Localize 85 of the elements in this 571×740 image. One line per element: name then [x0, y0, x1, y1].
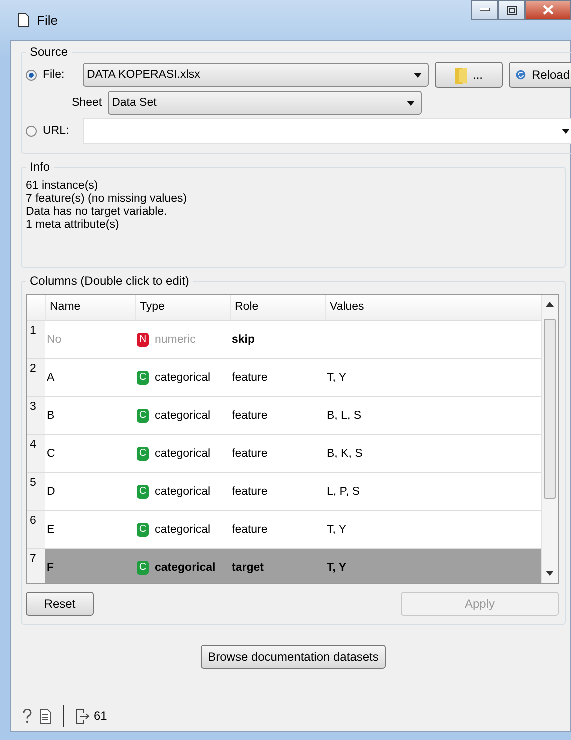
info-text: 1 meta attribute(s): [26, 219, 120, 232]
table-cell-text: feature: [232, 524, 269, 536]
group-title: Columns (Double click to edit): [29, 274, 190, 288]
document-icon: [40, 708, 51, 724]
window-title: File: [37, 12, 58, 28]
table-cell-text: A: [46, 372, 56, 384]
info-text: 7 feature(s) (no missing values): [26, 193, 188, 206]
table-row[interactable]: 7 F C categorical target T, Y: [27, 549, 541, 583]
row-number: 5: [27, 473, 45, 510]
group-title: Source: [29, 45, 70, 59]
help-icon: [23, 708, 32, 724]
table-cell-text: feature: [232, 486, 269, 498]
info-text: 61 instance(s): [26, 180, 100, 193]
document-icon: [18, 13, 29, 27]
column-header[interactable]: Role: [230, 295, 325, 320]
scrollbar[interactable]: [541, 295, 558, 583]
dropdown-arrow-icon: [414, 72, 422, 78]
table-cell: categorical: [155, 486, 211, 498]
group-title: Info: [29, 160, 52, 174]
close-button[interactable]: [525, 0, 571, 20]
radio-button[interactable]: [26, 126, 37, 136]
minimize-button[interactable]: [471, 0, 498, 20]
column-header[interactable]: Name: [45, 295, 135, 320]
close-icon: [542, 5, 554, 15]
maximize-button[interactable]: [498, 0, 525, 20]
minimize-icon: [480, 8, 490, 12]
row-number: 3: [27, 397, 45, 434]
row-number: 4: [27, 435, 45, 472]
column-header[interactable]: Type: [135, 295, 230, 320]
browse-datasets-button[interactable]: Browse documentation datasets: [201, 645, 386, 669]
sheet-label: Sheet: [72, 97, 102, 109]
maximize-icon: [506, 6, 516, 14]
output-icon: [76, 708, 90, 724]
table-cell: categorical: [155, 562, 216, 574]
table-cell-text: feature: [232, 372, 269, 384]
browse-button[interactable]: ...: [435, 62, 503, 88]
table-cell-text: No: [46, 334, 63, 346]
dropdown-arrow-icon: [562, 128, 570, 134]
table-cell-text: B, K, S: [327, 448, 364, 460]
table-cell-text: F: [46, 562, 56, 574]
radio-button[interactable]: [26, 70, 37, 80]
table-cell-text: E: [46, 524, 56, 536]
type-badge: C: [137, 560, 149, 574]
row-number: 6: [27, 511, 45, 548]
type-badge: C: [137, 484, 149, 498]
reload-button[interactable]: Reload: [509, 62, 571, 88]
row-number: 1: [27, 321, 45, 358]
table-cell: categorical: [155, 448, 211, 460]
row-number: 2: [27, 359, 45, 396]
type-badge: C: [137, 446, 149, 460]
type-badge: N: [137, 332, 149, 346]
info-text: Data has no target variable.: [26, 206, 168, 219]
table-cell-text: target: [232, 562, 265, 574]
table-row[interactable]: 5 D C categorical feature L, P, S: [27, 473, 541, 511]
reset-button[interactable]: Reset: [26, 592, 94, 616]
dropdown-arrow-icon: [407, 100, 416, 106]
output-count: 61: [94, 709, 108, 723]
table-cell-text: C: [46, 448, 56, 460]
table-cell-text: B: [46, 410, 56, 422]
table-cell-text: T, Y: [327, 372, 348, 384]
url-field[interactable]: [83, 118, 571, 144]
table-row[interactable]: 3 B C categorical feature B, L, S: [27, 397, 541, 435]
table-cell: numeric: [155, 334, 196, 346]
radio-label: File:: [43, 69, 66, 81]
folder-icon: [454, 66, 467, 84]
table-cell-text: feature: [232, 448, 269, 460]
table-cell-text: T, Y: [327, 524, 348, 536]
row-number: 7: [27, 549, 45, 583]
table-cell-text: skip: [232, 334, 256, 346]
table-cell: categorical: [155, 410, 211, 422]
table-cell-text: B, L, S: [327, 410, 363, 422]
type-badge: C: [137, 522, 149, 536]
radio-label: URL:: [43, 125, 70, 137]
table-cell-text: T, Y: [327, 562, 348, 574]
table-row[interactable]: 2 A C categorical feature T, Y: [27, 359, 541, 397]
file-dropdown[interactable]: DATA KOPERASI.xlsx: [83, 63, 429, 87]
table-cell: categorical: [155, 524, 211, 536]
type-badge: C: [137, 370, 149, 384]
table-cell-text: feature: [232, 410, 269, 422]
sheet-dropdown[interactable]: Data Set: [108, 91, 422, 115]
table-cell-text: L, P, S: [327, 486, 362, 498]
table-row[interactable]: 4 C C categorical feature B, K, S: [27, 435, 541, 473]
table-cell: categorical: [155, 372, 211, 384]
type-badge: C: [137, 408, 149, 422]
table-cell-text: D: [46, 486, 56, 498]
